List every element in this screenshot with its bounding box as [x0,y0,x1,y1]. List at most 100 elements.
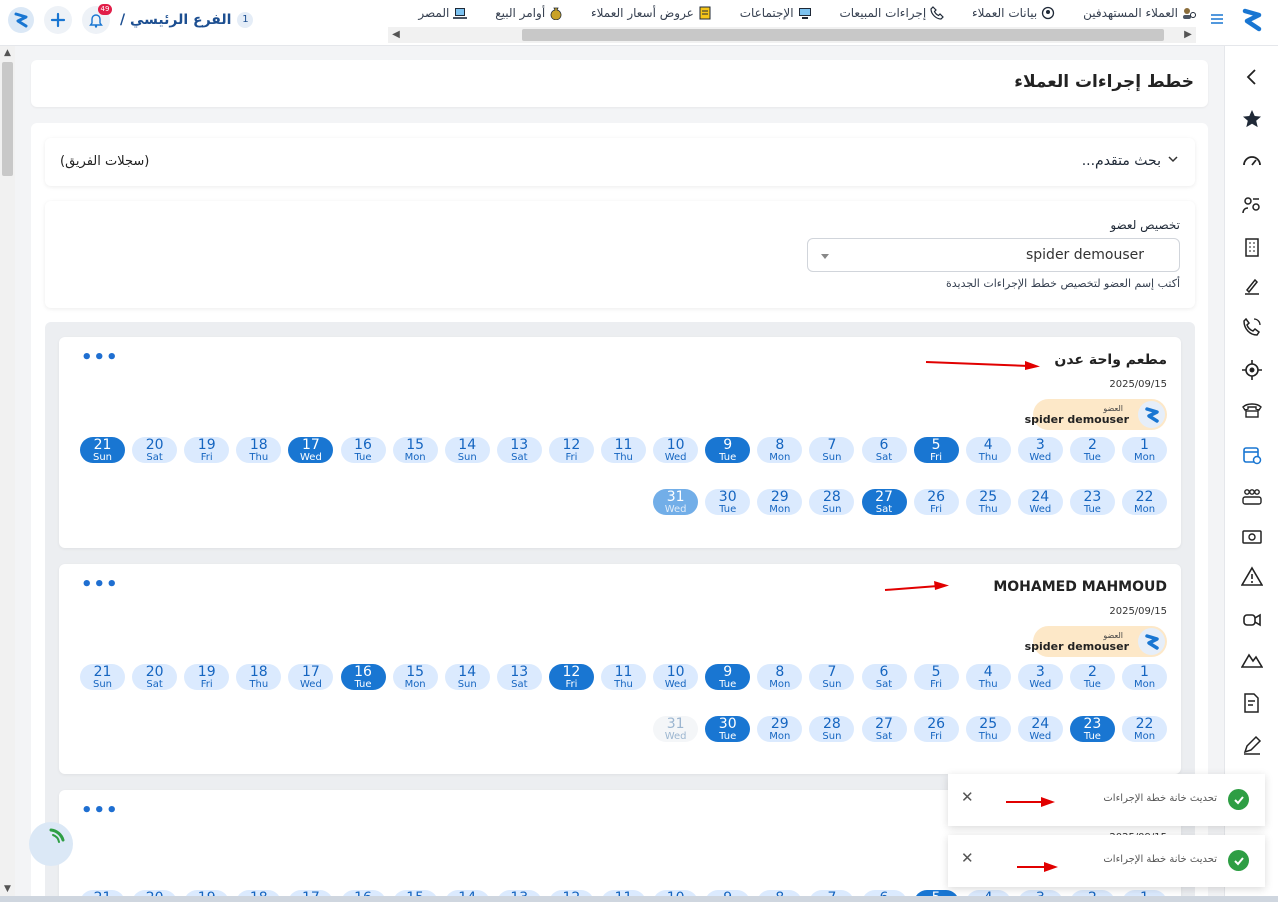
day-cell[interactable]: 17Wed [288,437,334,463]
day-cell[interactable]: 4Thu [965,664,1011,690]
users-exchange-icon[interactable] [1241,194,1263,216]
day-cell[interactable]: 12Fri [548,437,594,463]
scroll-up-arrow-icon[interactable]: ▲ [0,46,15,60]
nav-sales-actions[interactable]: إجراءات المبيعات [839,3,945,23]
day-cell[interactable]: 3Wed [1017,664,1063,690]
day-cell[interactable]: 31 Wed [653,489,699,515]
day-cell[interactable]: 6Sat [861,664,907,690]
day-cell[interactable]: 17Wed [288,664,334,690]
nav-sales-orders[interactable]: أوامر البيع [495,3,563,23]
day-cell[interactable]: 8Mon [757,664,803,690]
speedometer-icon[interactable] [1241,150,1263,172]
nav-customer-data[interactable]: بيانات العملاء [972,3,1055,23]
member-select[interactable]: spider demouser [807,238,1180,272]
phone-call-icon[interactable] [1241,316,1263,338]
day-cell[interactable]: 18Thu [236,437,282,463]
day-cell[interactable]: 21Sun [80,437,125,463]
day-cell[interactable]: 1Mon [1122,664,1167,690]
add-button[interactable] [44,6,72,34]
close-icon[interactable]: ✕ [961,788,974,806]
scroll-left-arrow-icon[interactable]: ◀ [388,27,404,43]
day-cell[interactable]: 16Tue [340,437,386,463]
more-options-icon[interactable]: ••• [81,349,119,367]
invoice-icon[interactable] [1241,692,1263,714]
nav-target-customers[interactable]: العملاء المستهدفين [1083,3,1196,23]
day-cell[interactable]: 24 Wed [1017,716,1063,742]
more-options-icon[interactable]: ••• [81,576,119,594]
more-options-icon[interactable]: ••• [81,802,119,820]
day-cell[interactable]: 5Fri [913,437,959,463]
nav-expenses[interactable]: المصر [418,3,468,23]
day-cell[interactable]: 19Fri [184,664,230,690]
pen-icon[interactable] [1241,734,1263,756]
day-cell[interactable]: 6Sat [861,437,907,463]
day-cell[interactable]: 7Sun [809,664,855,690]
day-cell[interactable]: 22 Mon [1122,489,1167,515]
day-cell[interactable]: 30 Tue [705,716,751,742]
vertical-scrollbar-thumb[interactable] [2,62,13,176]
day-cell[interactable]: 8Mon [757,437,803,463]
day-cell[interactable]: 29 Mon [757,716,803,742]
cash-icon[interactable] [1241,526,1263,548]
app-logo-icon[interactable] [8,6,34,34]
page-vertical-scrollbar[interactable]: ▲ ▼ [0,46,15,896]
day-cell[interactable]: 2Tue [1069,437,1115,463]
nav-customer-quotes[interactable]: عروض أسعار العملاء [591,3,712,23]
close-icon[interactable]: ✕ [961,849,974,867]
day-cell[interactable]: 22 Mon [1122,716,1167,742]
building-icon[interactable] [1241,236,1263,258]
day-cell[interactable]: 11Thu [601,664,646,690]
day-cell[interactable]: 26 Fri [913,716,959,742]
day-cell[interactable]: 23 Tue [1069,489,1115,515]
day-cell[interactable]: 7Sun [809,437,855,463]
day-cell[interactable]: 29 Mon [757,489,803,515]
signature-icon[interactable] [1241,276,1263,298]
day-cell[interactable]: 13Sat [496,437,542,463]
day-cell[interactable]: 11Thu [601,437,646,463]
day-cell[interactable]: 13Sat [496,664,542,690]
day-cell[interactable]: 1Mon [1122,437,1167,463]
notifications-button[interactable]: 49 [82,4,112,34]
day-cell[interactable]: 14Sun [444,664,490,690]
advanced-search-toggle[interactable]: بحث متقدم... [1082,153,1179,169]
day-cell[interactable]: 28 Sun [809,716,855,742]
star-icon[interactable] [1241,108,1263,130]
day-cell[interactable]: 19Fri [184,437,230,463]
day-cell[interactable]: 12Fri [548,664,594,690]
day-cell[interactable]: 26 Fri [913,489,959,515]
day-cell[interactable]: 9Tue [705,437,751,463]
menu-icon[interactable] [1208,10,1226,28]
location-target-icon[interactable] [1241,359,1263,381]
day-cell[interactable]: 9Tue [705,664,751,690]
team-records-label[interactable]: (سجلات الفريق) [60,154,149,169]
day-cell[interactable]: 18Thu [236,664,282,690]
nav-meetings[interactable]: الإجتماعات [740,3,812,23]
video-icon[interactable] [1241,609,1263,631]
day-cell[interactable]: 24 Wed [1017,489,1063,515]
day-cell[interactable]: 31 Wed [653,716,699,742]
day-cell[interactable]: 20Sat [132,437,178,463]
chevron-left-icon[interactable] [1241,66,1263,88]
day-cell[interactable]: 10Wed [653,437,699,463]
day-cell[interactable]: 5Fri [913,664,959,690]
day-cell[interactable]: 25 Thu [965,489,1011,515]
warning-icon[interactable] [1240,566,1264,588]
day-cell[interactable]: 30 Tue [705,489,751,515]
day-cell[interactable]: 15Mon [392,664,438,690]
branch-selector[interactable]: 1 الفرع الرئيسي / [120,12,254,28]
day-cell[interactable]: 10Wed [653,664,699,690]
day-cell[interactable]: 21Sun [80,664,125,690]
nav-horizontal-scrollbar[interactable]: ◀ ▶ [388,27,1196,43]
calendar-settings-icon[interactable] [1241,444,1263,466]
mountain-icon[interactable] [1240,649,1264,671]
day-cell[interactable]: 23 Tue [1069,716,1115,742]
day-cell[interactable]: 27 Sat [861,489,907,515]
scroll-down-arrow-icon[interactable]: ▼ [0,882,15,896]
brand-logo-icon[interactable] [1239,5,1265,33]
day-cell[interactable]: 28 Sun [809,489,855,515]
day-cell[interactable]: 20Sat [132,664,178,690]
scroll-right-arrow-icon[interactable]: ▶ [1180,27,1196,43]
day-cell[interactable]: 15Mon [392,437,438,463]
day-cell[interactable]: 3Wed [1017,437,1063,463]
day-cell[interactable]: 14Sun [444,437,490,463]
